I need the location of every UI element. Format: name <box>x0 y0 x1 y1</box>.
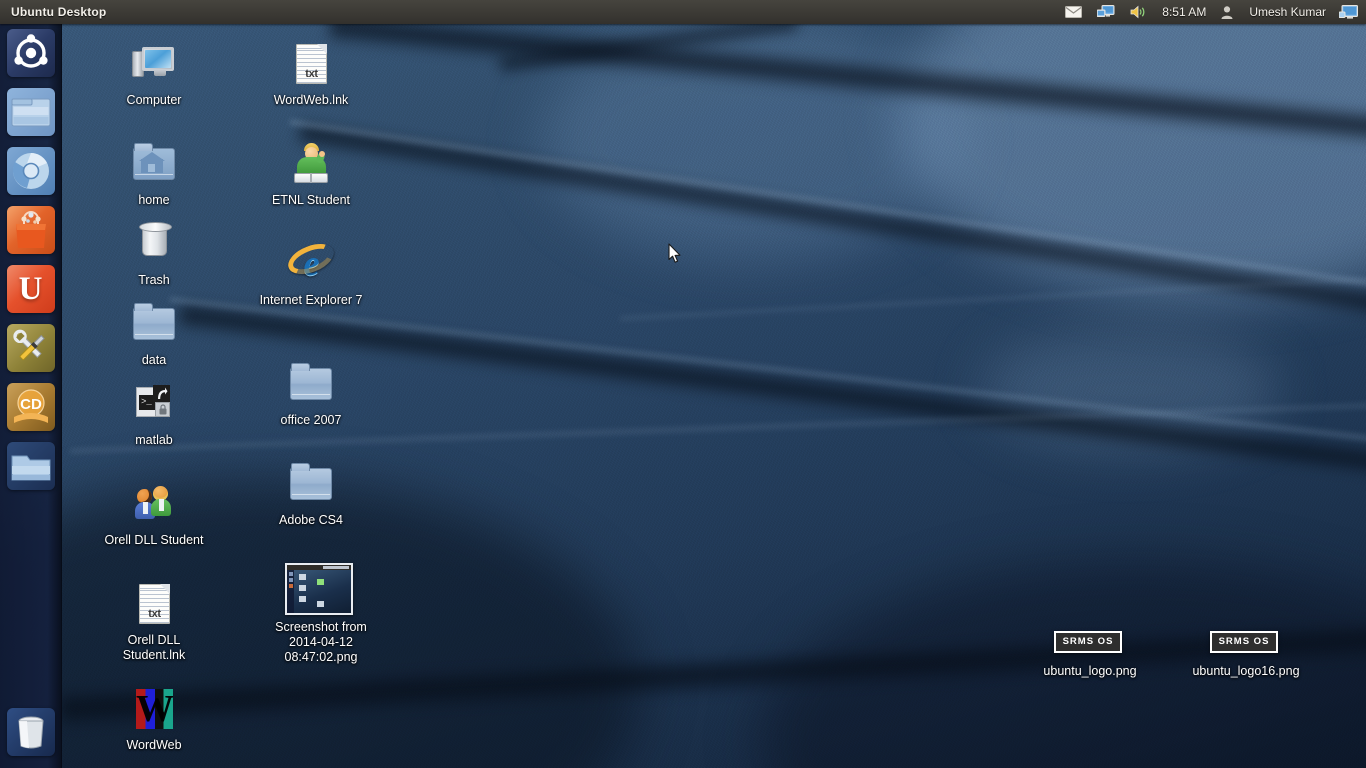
desktop-icon-label: matlab <box>135 433 173 447</box>
internet-explorer-icon: e <box>283 237 339 288</box>
desktop-icon-label: ubuntu_logo16.png <box>1192 664 1300 678</box>
network-monitor-icon[interactable] <box>1095 0 1117 24</box>
volume-speaker-icon[interactable] <box>1128 0 1149 24</box>
launcher-item-dash-home[interactable] <box>6 29 55 77</box>
desktop-icon-label: WordWeb <box>126 738 182 752</box>
screenshot-thumbnail-icon <box>285 563 353 615</box>
launcher-item-chromium[interactable] <box>6 147 55 195</box>
desktop-icon-orell-dll-student-lnk[interactable]: txt Orell DLL Student.lnk <box>95 580 213 663</box>
desktop-icon-screenshot-png[interactable]: Screenshot from 2014-04-12 08:47:02.png <box>262 563 380 665</box>
unity-launcher: U CD <box>0 24 62 768</box>
launcher-item-ubuntu-one[interactable]: U <box>6 265 55 313</box>
desktop-icon-wordweb-lnk[interactable]: txt WordWeb.lnk <box>252 40 370 108</box>
computer-icon <box>130 40 178 88</box>
desktop-icon-label: Screenshot from 2014-04-12 08:47:02.png <box>275 620 367 664</box>
two-people-icon <box>130 480 178 528</box>
desktop-icon-orell-dll-student[interactable]: Orell DLL Student <box>95 480 213 548</box>
desktop-icon-internet-explorer-7[interactable]: e Internet Explorer 7 <box>252 237 370 308</box>
launcher-item-trash[interactable] <box>6 708 55 756</box>
desktop-icon-label: home <box>138 193 170 207</box>
desktop-icon-label: Computer <box>126 93 182 107</box>
desktop-icon-label: ETNL Student <box>271 193 351 207</box>
desktop-icon-label: WordWeb.lnk <box>273 93 349 107</box>
student-reading-icon <box>287 140 335 188</box>
desktop-icon-matlab[interactable]: >_ matlab <box>95 380 213 448</box>
image-thumbnail-icon: SRMS OS <box>1054 625 1125 659</box>
panel-title: Ubuntu Desktop <box>11 5 107 19</box>
desktop-icon-wordweb[interactable]: WordWeb <box>95 685 213 753</box>
folder-icon <box>130 300 178 348</box>
trash-can-icon <box>130 220 178 268</box>
script-terminal-icon: >_ <box>130 380 178 428</box>
desktop-icon-ubuntu-logo16-png[interactable]: SRMS OS ubuntu_logo16.png <box>1166 625 1326 679</box>
user-avatar-icon[interactable] <box>1219 0 1235 24</box>
desktop-icon-home[interactable]: home <box>95 140 213 208</box>
text-document-icon: txt <box>130 580 178 628</box>
thumbnail-text: SRMS OS <box>1054 631 1122 653</box>
envelope-icon[interactable] <box>1063 0 1084 24</box>
desktop-icon-label: Orell DLL Student <box>104 533 204 547</box>
desktop-screen: Ubuntu Desktop 8:51 AM Umesh Kumar U CD … <box>0 0 1366 768</box>
thumbnail-text: SRMS OS <box>1210 631 1278 653</box>
username-label[interactable]: Umesh Kumar <box>1249 5 1326 19</box>
text-document-icon: txt <box>287 40 335 88</box>
desktop-icon-label: data <box>141 353 167 367</box>
launcher-item-files[interactable] <box>6 88 55 136</box>
launcher-item-cd-burner[interactable]: CD <box>6 383 55 431</box>
clock[interactable]: 8:51 AM <box>1162 5 1206 19</box>
session-display-icon[interactable] <box>1337 0 1360 24</box>
wordweb-logo-icon <box>130 685 178 733</box>
desktop-icon-computer[interactable]: Computer <box>95 40 213 108</box>
launcher-item-folder[interactable] <box>6 442 55 490</box>
desktop-icon-office-2007[interactable]: office 2007 <box>252 360 370 428</box>
mouse-pointer <box>668 243 682 264</box>
top-panel: Ubuntu Desktop 8:51 AM Umesh Kumar <box>0 0 1366 24</box>
desktop-icon-ubuntu-logo-png[interactable]: SRMS OS ubuntu_logo.png <box>1010 625 1170 679</box>
desktop-icon-data[interactable]: data <box>95 300 213 368</box>
desktop-icon-trash[interactable]: Trash <box>95 220 213 288</box>
svg-text:CD: CD <box>20 396 42 413</box>
desktop-icon-adobe-cs4[interactable]: Adobe CS4 <box>252 460 370 528</box>
desktop-icon-label: Internet Explorer 7 <box>259 293 363 307</box>
launcher-item-software-center[interactable] <box>6 206 55 254</box>
folder-icon <box>287 460 335 508</box>
desktop-icon-label: office 2007 <box>280 413 342 427</box>
folder-icon <box>287 360 335 408</box>
desktop-icon-etnl-student[interactable]: ETNL Student <box>252 140 370 208</box>
image-thumbnail-icon: SRMS OS <box>1210 625 1281 659</box>
home-folder-icon <box>130 140 178 188</box>
desktop-icon-label: Adobe CS4 <box>279 513 343 527</box>
system-tray: 8:51 AM Umesh Kumar <box>1063 0 1366 24</box>
desktop-icon-label: ubuntu_logo.png <box>1043 664 1137 678</box>
desktop-icon-label: Trash <box>138 273 170 287</box>
launcher-item-system-tools[interactable] <box>6 324 55 372</box>
desktop-icon-label: Orell DLL Student.lnk <box>122 633 186 662</box>
